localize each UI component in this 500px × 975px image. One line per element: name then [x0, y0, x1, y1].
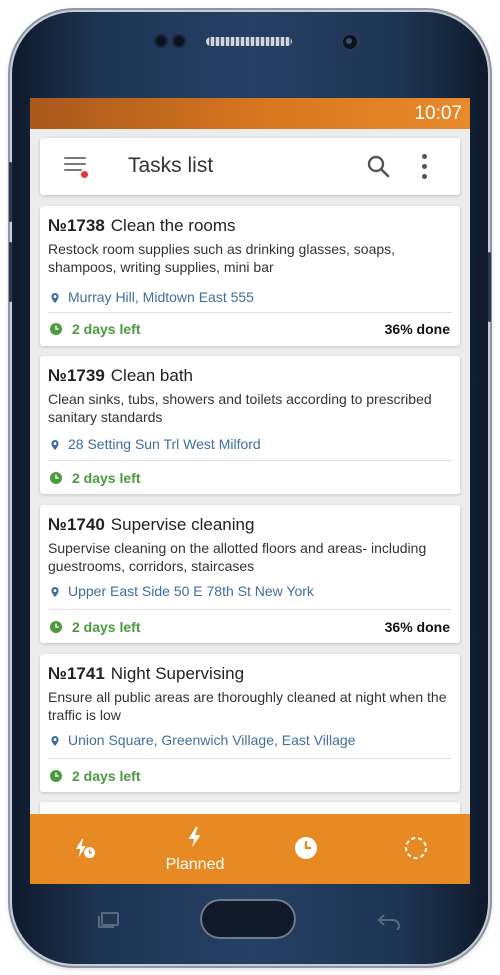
- proximity-sensor: [154, 34, 168, 48]
- power-button: [488, 252, 491, 322]
- task-location[interactable]: Murray Hill, Midtown East 555: [50, 289, 254, 305]
- task-location[interactable]: Upper East Side 50 E 78th St New York: [50, 583, 314, 599]
- divider: [48, 460, 452, 461]
- task-due-text: 2 days left: [72, 321, 141, 337]
- task-heading: №1741 Night Supervising: [48, 664, 244, 684]
- task-card[interactable]: №1741 Night Supervising Ensure all public…: [40, 654, 460, 792]
- nav-item-history[interactable]: [250, 814, 360, 884]
- clock-icon: [50, 323, 62, 335]
- task-card[interactable]: №1740 Supervise cleaning Supervise cleani…: [40, 505, 460, 643]
- task-number: №1738: [48, 216, 105, 235]
- nav-label: Planned: [165, 856, 225, 873]
- task-number: №1741: [48, 664, 105, 683]
- search-icon[interactable]: [366, 154, 390, 178]
- nav-item-pending[interactable]: [360, 814, 470, 884]
- divider: [48, 758, 452, 759]
- circle-dashed-icon: [405, 837, 427, 859]
- app-bar: Tasks list: [40, 138, 460, 195]
- flash-clock-icon: [75, 838, 96, 859]
- task-due: 2 days left: [50, 321, 140, 337]
- back-icon[interactable]: [376, 912, 402, 930]
- clock-icon: [50, 472, 62, 484]
- task-description: Clean sinks, tubs, showers and toilets a…: [48, 391, 432, 425]
- volume-button: [9, 242, 12, 302]
- earpiece-speaker: [206, 37, 292, 46]
- status-time: 10:07: [414, 103, 462, 124]
- task-heading: №1739 Clean bath: [48, 366, 193, 386]
- page-title: Tasks list: [128, 154, 214, 177]
- location-pin-icon: [51, 587, 59, 597]
- task-location-text: 28 Setting Sun Trl West Milford: [68, 436, 261, 452]
- task-due: 2 days left: [50, 619, 140, 635]
- location-pin-icon: [51, 736, 59, 746]
- recent-apps-icon[interactable]: [98, 912, 120, 928]
- task-location[interactable]: Union Square, Greenwich Village, East Vi…: [50, 732, 355, 748]
- task-title: Clean bath: [110, 366, 194, 385]
- task-number: №1739: [48, 366, 105, 385]
- task-card[interactable]: №1739 Clean bath Clean sinks, tubs, showe…: [40, 356, 460, 494]
- task-description: Ensure all public areas are thoroughly c…: [48, 689, 447, 723]
- volume-button: [9, 162, 12, 222]
- task-title: Night Supervising: [110, 664, 245, 683]
- task-heading: №1738 Clean the rooms: [48, 216, 236, 236]
- clock-icon: [50, 621, 62, 633]
- more-vert-icon[interactable]: [416, 154, 432, 180]
- status-bar: 10:07: [30, 98, 470, 129]
- task-location[interactable]: 28 Setting Sun Trl West Milford: [50, 436, 261, 452]
- task-title: Clean the rooms: [110, 216, 236, 235]
- task-number: №1740: [48, 515, 105, 534]
- clock-icon: [295, 837, 317, 859]
- phone-screen: 10:07 Tasks list №1738 Clean the rooms Re…: [30, 98, 470, 884]
- task-due-text: 2 days left: [72, 470, 141, 486]
- task-description: Restock room supplies such as drinking g…: [48, 241, 396, 275]
- clock-icon: [50, 770, 62, 782]
- menu-notification-icon[interactable]: [64, 156, 90, 178]
- task-due: 2 days left: [50, 470, 140, 486]
- task-title: Supervise cleaning: [110, 515, 255, 534]
- task-location-text: Union Square, Greenwich Village, East Vi…: [68, 732, 356, 748]
- task-description: Supervise cleaning on the allotted floor…: [48, 540, 427, 574]
- task-due-text: 2 days left: [72, 619, 141, 635]
- home-button[interactable]: [200, 899, 296, 939]
- task-heading: №1740 Supervise cleaning: [48, 515, 254, 535]
- task-due: 2 days left: [50, 768, 140, 784]
- task-card[interactable]: №1738 Clean the rooms Restock room suppli…: [40, 206, 460, 346]
- nav-item-in-progress[interactable]: [30, 814, 140, 884]
- location-pin-icon: [51, 440, 59, 450]
- task-due-text: 2 days left: [72, 768, 141, 784]
- task-location-text: Upper East Side 50 E 78th St New York: [68, 583, 314, 599]
- front-camera: [340, 32, 360, 52]
- divider: [48, 609, 452, 610]
- flash-icon: [188, 826, 201, 848]
- task-location-text: Murray Hill, Midtown East 555: [68, 289, 254, 305]
- task-progress: 36% done: [384, 321, 450, 337]
- light-sensor: [172, 34, 186, 48]
- divider: [48, 312, 452, 313]
- nav-item-planned[interactable]: Planned: [140, 814, 250, 884]
- bottom-navigation: Planned: [30, 814, 470, 884]
- task-progress: 36% done: [384, 619, 450, 635]
- location-pin-icon: [51, 293, 59, 303]
